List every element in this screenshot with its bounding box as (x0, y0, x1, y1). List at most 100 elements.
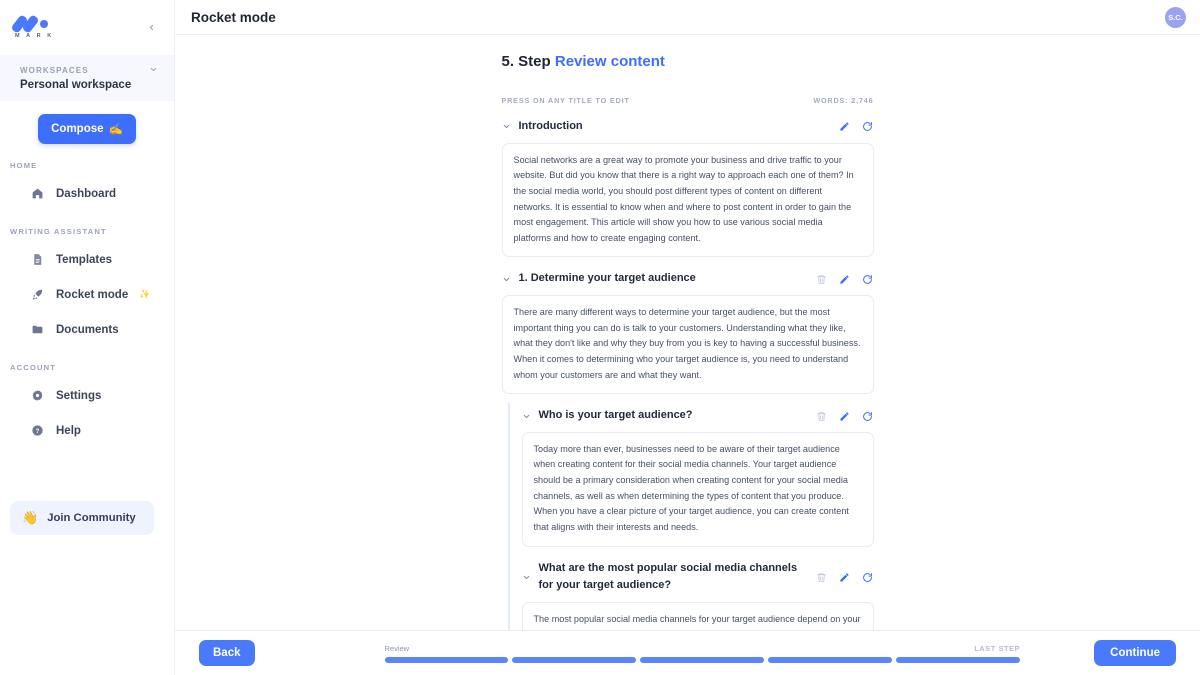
progress-labels: Review LAST STEP (385, 644, 1021, 653)
home-icon (30, 186, 45, 201)
progress-segment[interactable] (640, 656, 765, 663)
document-column: 5. Step Review content PRESS ON ANY TITL… (501, 35, 874, 645)
back-button[interactable]: Back (199, 640, 255, 666)
section-title[interactable]: 1. Determine your target audience (519, 270, 809, 288)
rocket-icon (30, 287, 45, 302)
nav-group-writing-assistant: WRITING ASSISTANT Templates Rocket mode … (0, 227, 174, 344)
word-count: WORDS: 2,746 (813, 96, 874, 105)
progress-last-step-label: LAST STEP (974, 643, 1021, 653)
step-prefix: 5. Step (501, 53, 551, 70)
document-meta: PRESS ON ANY TITLE TO EDIT WORDS: 2,746 (502, 96, 874, 105)
nav-group-label: HOME (10, 161, 38, 170)
compose-area: Compose ✍️ (0, 101, 174, 144)
regenerate-icon[interactable] (862, 410, 874, 422)
join-community-label: Join Community (47, 512, 136, 524)
section-introduction: Introduction Social networks are a great… (501, 118, 874, 258)
progress-segment[interactable] (768, 656, 893, 663)
app-root: M A R K WORKSPACES Personal workspace Co… (0, 0, 1200, 675)
chevron-down-icon[interactable] (522, 573, 532, 582)
section-actions (816, 571, 874, 583)
section-most-popular-channels: What are the most popular social media c… (521, 560, 874, 637)
regenerate-icon[interactable] (862, 121, 874, 133)
chevron-down-icon[interactable] (502, 122, 512, 131)
section-header: Introduction (502, 118, 874, 136)
edit-pencil-icon[interactable] (839, 410, 851, 422)
progress-segment[interactable] (512, 656, 637, 663)
workspace-name: Personal workspace (20, 79, 132, 91)
sidebar-item-label: Settings (56, 389, 102, 402)
nav-group-label: WRITING ASSISTANT (10, 227, 107, 236)
continue-button[interactable]: Continue (1094, 640, 1176, 666)
progress-current-label: Review (384, 643, 410, 653)
avatar[interactable]: S.C. (1165, 6, 1186, 28)
section-title[interactable]: Introduction (519, 118, 832, 136)
sidebar-item-dashboard[interactable]: Dashboard (8, 179, 166, 208)
section-title[interactable]: Who is your target audience? (539, 407, 809, 425)
app-logo: M A R K (10, 14, 54, 39)
edit-pencil-icon[interactable] (839, 571, 851, 583)
section-body[interactable]: Today more than ever, businesses need to… (521, 431, 874, 547)
sidebar-item-label: Rocket mode (56, 288, 129, 301)
sidebar-nav: HOME Dashboard WRITING ASSISTANT Templat… (0, 144, 174, 451)
section-body[interactable]: There are many different ways to determi… (501, 295, 874, 395)
section-actions (816, 410, 874, 422)
sidebar-item-label: Documents (56, 323, 119, 336)
section-body[interactable]: Social networks are a great way to promo… (501, 142, 874, 258)
sidebar-item-help[interactable]: ? Help (8, 416, 166, 445)
progress-bar-track (384, 656, 1021, 663)
edit-pencil-icon[interactable] (839, 273, 851, 285)
page-title: Rocket mode (191, 9, 276, 25)
help-circle-icon: ? (30, 423, 45, 438)
sidebar-item-rocket-mode[interactable]: Rocket mode ✨ (8, 280, 166, 309)
sidebar-item-documents[interactable]: Documents (8, 315, 166, 344)
logo-wordmark: M A R K (15, 33, 54, 39)
section-title[interactable]: What are the most popular social media c… (539, 560, 809, 595)
content-scroll-area[interactable]: 5. Step Review content PRESS ON ANY TITL… (175, 35, 1200, 675)
logo-mark-icon (10, 14, 52, 34)
topbar: Rocket mode S.C. (175, 0, 1200, 35)
sidebar-item-settings[interactable]: Settings (8, 381, 166, 410)
section-actions (839, 121, 874, 133)
sidebar-header: M A R K (0, 0, 174, 55)
chevron-down-icon[interactable] (149, 65, 158, 76)
chevron-down-icon[interactable] (522, 412, 532, 421)
progress-segment[interactable] (896, 656, 1021, 663)
sparkles-icon: ✨ (139, 289, 151, 299)
progress-segment[interactable] (384, 656, 509, 663)
regenerate-icon[interactable] (862, 273, 874, 285)
sidebar-item-templates[interactable]: Templates (8, 245, 166, 274)
regenerate-icon[interactable] (862, 571, 874, 583)
step-name: Review content (554, 53, 665, 70)
writing-hand-icon: ✍️ (108, 124, 123, 136)
wizard-footer: Back Review LAST STEP Continue (175, 630, 1200, 675)
section-header: Who is your target audience? (522, 407, 874, 425)
delete-trash-icon[interactable] (816, 273, 828, 285)
chevron-down-icon[interactable] (502, 275, 512, 284)
nested-subsections: Who is your target audience? Today more … (502, 403, 874, 645)
edit-hint: PRESS ON ANY TITLE TO EDIT (501, 96, 630, 105)
sidebar-item-label: Help (56, 424, 81, 437)
compose-label: Compose (51, 123, 104, 135)
workspaces-label: WORKSPACES (20, 66, 89, 75)
step-heading: 5. Step Review content (502, 53, 874, 70)
section-actions (816, 273, 874, 285)
nav-group-home: HOME Dashboard (0, 161, 174, 208)
nav-group-account: ACCOUNT Settings ? Help (0, 363, 174, 445)
step-progress: Review LAST STEP (255, 644, 1095, 663)
chevron-left-icon[interactable] (142, 19, 160, 37)
delete-trash-icon[interactable] (816, 571, 828, 583)
gear-icon (30, 388, 45, 403)
nav-group-label: ACCOUNT (10, 363, 57, 372)
sidebar-item-label: Dashboard (56, 187, 117, 200)
sidebar-item-label: Templates (56, 253, 113, 266)
folder-icon (30, 322, 45, 337)
sidebar: M A R K WORKSPACES Personal workspace Co… (0, 0, 175, 675)
edit-pencil-icon[interactable] (839, 121, 851, 133)
workspace-selector[interactable]: WORKSPACES Personal workspace (0, 55, 174, 101)
delete-trash-icon[interactable] (816, 410, 828, 422)
document-icon (30, 252, 45, 267)
section-determine-target-audience: 1. Determine your target audience There … (501, 270, 874, 395)
join-community-button[interactable]: 👋 Join Community (10, 501, 154, 535)
compose-button[interactable]: Compose ✍️ (38, 114, 136, 144)
main-area: Rocket mode S.C. 5. Step Review content … (175, 0, 1200, 675)
